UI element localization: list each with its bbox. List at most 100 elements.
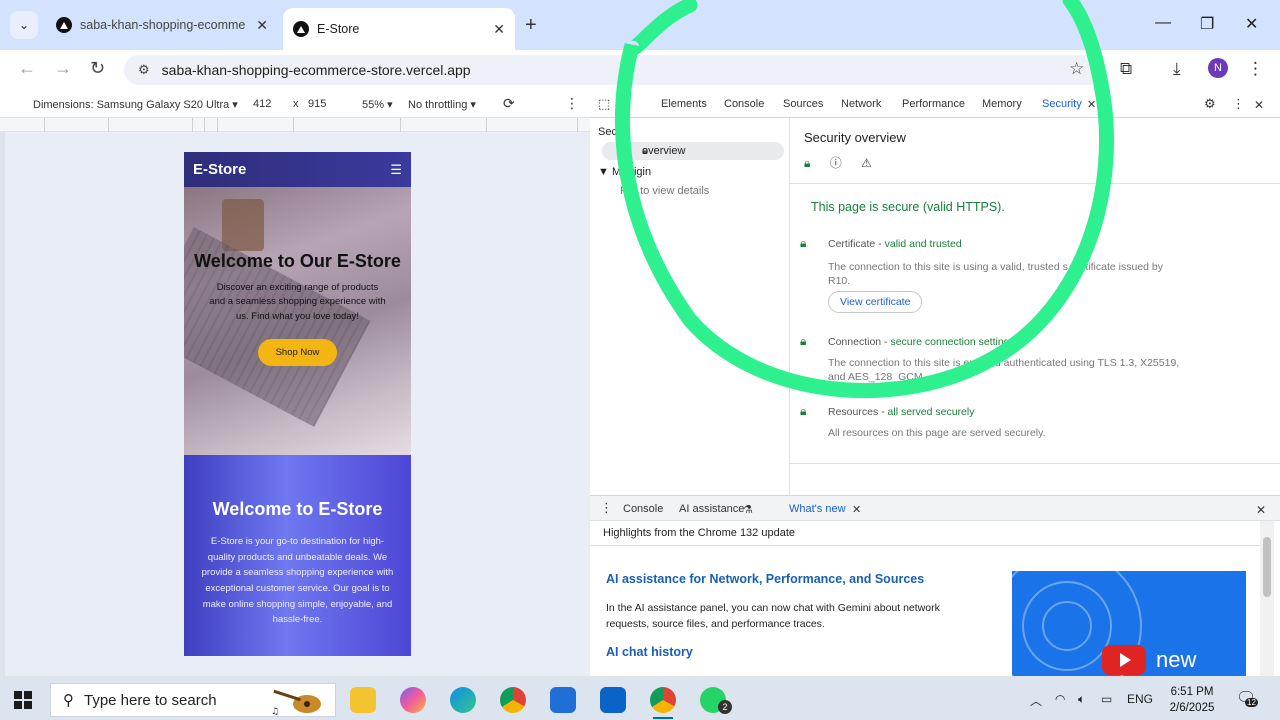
about-title: Welcome to E-Store	[212, 499, 383, 519]
overview-item[interactable]: 🔒︎ overview	[602, 142, 784, 160]
menu-kebab-icon[interactable]: ⋮	[1247, 59, 1264, 79]
language-indicator[interactable]: ENG	[1127, 692, 1153, 706]
drawer-menu-icon[interactable]: ⋮	[600, 500, 613, 516]
device-toggle-icon[interactable]: ▯	[620, 96, 627, 112]
wifi-icon[interactable]: ◠	[1055, 692, 1065, 706]
device-more-icon[interactable]: ⋮	[565, 95, 579, 112]
drawer-scrollbar[interactable]	[1260, 521, 1274, 676]
close-security-tab-icon[interactable]: ✕	[1087, 98, 1096, 111]
clock-time: 6:51 PM	[1170, 686, 1214, 698]
download-icon[interactable]: ⤓	[1173, 59, 1181, 79]
extensions-icon[interactable]: ⧉	[1120, 59, 1132, 79]
outlook-icon[interactable]	[600, 687, 626, 713]
zoom-select[interactable]: 55% ▾	[362, 98, 393, 111]
tab-security[interactable]: Security	[1036, 98, 1100, 120]
volume-icon[interactable]: 🔈︎	[1078, 692, 1085, 707]
promo-new-label: new	[1156, 647, 1197, 672]
hero-title: Welcome to Our E-Store	[194, 251, 401, 271]
ai-assistance-heading[interactable]: AI assistance for Network, Performance, …	[606, 572, 924, 586]
secure-status-text: This page is secure (valid HTTPS).	[811, 200, 1005, 214]
taskbar-search-box[interactable]: ⚲ Type here to search ♫	[50, 683, 336, 717]
height-input[interactable]: 915	[308, 98, 326, 110]
ai-assistance-text: In the AI assistance panel, you can now …	[606, 602, 940, 630]
windows-start-icon[interactable]	[14, 691, 32, 709]
security-overview-title: Security overview	[804, 130, 906, 145]
about-section: Welcome to E-Store E-Store is your go-to…	[184, 455, 411, 656]
tab-title: E-Store	[317, 22, 360, 36]
browser-tab-strip: ⌄ saba-khan-shopping-ecommerce ✕ E-Store…	[0, 0, 1280, 50]
resources-label: Resources -	[828, 406, 888, 418]
taskbar-search-placeholder: Type here to search	[84, 691, 217, 709]
tab-network[interactable]: Network	[841, 98, 881, 110]
file-explorer-icon[interactable]	[350, 687, 376, 713]
vercel-favicon-icon	[56, 17, 72, 33]
edge-icon[interactable]	[450, 687, 476, 713]
chrome-update-promo-image[interactable]: new	[1012, 571, 1246, 676]
close-whats-new-icon[interactable]: ✕	[852, 503, 861, 516]
inspect-element-icon[interactable]: ⬚	[598, 96, 610, 112]
guitar-icon: ♫	[271, 689, 321, 716]
tab-console[interactable]: Console	[724, 98, 764, 110]
ai-chat-history-heading[interactable]: AI chat history	[606, 645, 693, 659]
close-tab-icon[interactable]: ✕	[256, 17, 268, 34]
site-brand[interactable]: E-Store	[193, 161, 246, 178]
throttling-select[interactable]: No throttling ▾	[408, 98, 476, 111]
hamburger-menu-icon[interactable]: ☰	[390, 162, 402, 178]
browser-tab-estore[interactable]: E-Store ✕	[283, 8, 515, 50]
drawer-tab-whats-new[interactable]: What's new	[789, 503, 846, 515]
device-toolbar: Dimensions: Samsung Galaxy S20 Ultra ▾ 4…	[0, 90, 590, 118]
minimize-icon[interactable]: —	[1155, 14, 1171, 32]
close-devtools-icon[interactable]: ✕	[1254, 98, 1264, 112]
hero-section: Welcome to Our E-Store Discover an excit…	[184, 187, 411, 455]
restore-icon[interactable]: ❐	[1200, 14, 1214, 34]
tab-sources[interactable]: Sources	[783, 98, 823, 110]
devtools-more-icon[interactable]: ⋮	[1232, 96, 1245, 112]
profile-avatar[interactable]: N	[1208, 58, 1228, 78]
lock-icon: 🔒︎	[800, 334, 807, 348]
rotate-icon[interactable]: ⟳	[503, 95, 515, 112]
connection-text: The connection to this site is enc and a…	[828, 357, 1180, 384]
view-certificate-button[interactable]: View certificate	[828, 291, 923, 313]
back-icon[interactable]: ←	[18, 58, 36, 79]
show-hidden-icons[interactable]: ︿	[1030, 692, 1042, 709]
whatsapp-badge: 2	[718, 700, 732, 714]
shop-now-button[interactable]: Shop Now	[257, 338, 338, 366]
whatsapp-icon[interactable]: 2	[700, 687, 732, 714]
devtools-settings-icon[interactable]: ⚙	[1204, 96, 1216, 112]
close-tab-icon[interactable]: ✕	[493, 21, 505, 38]
forward-icon[interactable]: →	[54, 58, 72, 79]
security-overview-panel: Security overview 🔒︎ ⓘ ⚠ This page is se…	[790, 118, 1280, 495]
battery-icon[interactable]: ▭	[1101, 692, 1112, 706]
copilot-icon[interactable]	[400, 687, 426, 713]
address-bar[interactable]: ⚙ saba-khan-shopping-ecommerce-store.ver…	[124, 55, 1104, 85]
drawer-tab-ai-assistance[interactable]: AI assistance	[679, 503, 744, 515]
tab-elements[interactable]: Elements	[661, 98, 707, 110]
main-origin-item[interactable]: ▼ Ma rigin	[598, 166, 651, 178]
width-input[interactable]: 412	[253, 98, 271, 110]
new-tab-button[interactable]: +	[525, 14, 537, 37]
notification-center-icon[interactable]: 🗨︎ 12	[1236, 688, 1258, 710]
security-state-icons: 🔒︎ ⓘ ⚠	[804, 154, 888, 171]
certificate-label: Certificate -	[828, 238, 885, 250]
tab-performance[interactable]: Performance	[902, 98, 965, 110]
search-icon: ⚲	[63, 692, 74, 709]
browser-tab-saba-khan[interactable]: saba-khan-shopping-ecommerce ✕	[46, 8, 278, 42]
tab-search-chevron-icon[interactable]: ⌄	[10, 11, 38, 39]
hero-text: Discover an exciting range of products a…	[209, 281, 386, 323]
chrome-icon[interactable]	[500, 687, 526, 713]
chrome-active-icon[interactable]	[650, 687, 676, 719]
overview-label: overview	[642, 145, 686, 157]
browser-toolbar: ← → ↻ ⚙ saba-khan-shopping-ecommerce-sto…	[0, 50, 1280, 90]
reload-icon[interactable]: ↻	[90, 58, 105, 79]
close-window-icon[interactable]: ✕	[1245, 14, 1258, 34]
close-drawer-icon[interactable]: ✕	[1256, 503, 1266, 517]
clock[interactable]: 6:51 PM 2/6/2025	[1162, 684, 1222, 716]
bookmark-star-icon[interactable]: ☆	[1069, 59, 1084, 79]
device-select[interactable]: Dimensions: Samsung Galaxy S20 Ultra ▾	[33, 98, 238, 111]
reload-hint: R d to view details	[620, 185, 710, 197]
site-info-icon[interactable]: ⚙	[138, 62, 150, 78]
tab-memory[interactable]: Memory	[982, 98, 1022, 110]
microsoft-store-icon[interactable]	[550, 687, 576, 713]
drawer-tab-console[interactable]: Console	[623, 503, 663, 515]
resources-text: All resources on this page are served se…	[828, 427, 1046, 439]
